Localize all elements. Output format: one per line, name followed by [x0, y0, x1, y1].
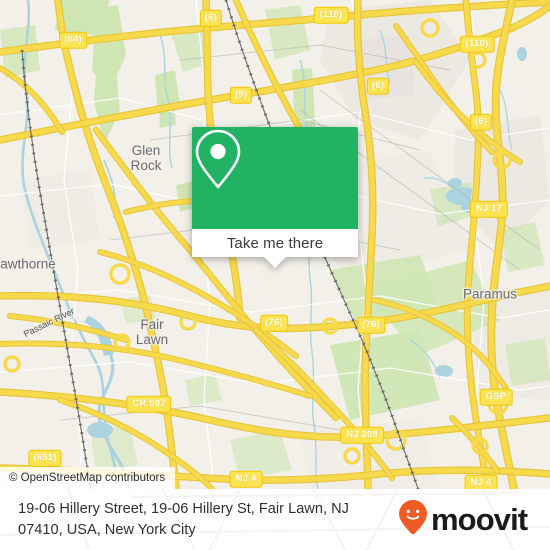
moovit-smiley-pin-icon: [398, 499, 428, 540]
popup-pointer-tail: [264, 257, 286, 268]
footer-bar: 19-06 Hillery Street, 19-06 Hillery St, …: [0, 489, 550, 550]
moovit-brand: moovit: [398, 499, 531, 540]
location-popup-card[interactable]: Take me there: [192, 127, 358, 268]
route-shield: NJ 17: [469, 200, 509, 218]
route-shield: NJ 4: [229, 470, 263, 488]
popup-action-row[interactable]: Take me there: [192, 229, 358, 257]
route-shield: (6): [199, 9, 223, 27]
popup-header: [192, 127, 358, 229]
app-root: .wtr{fill:#aad3df;} .wtrl{stroke:#aad3df…: [0, 0, 550, 550]
moovit-wordmark: moovit: [431, 502, 528, 537]
route-shield: (110): [459, 35, 495, 53]
address-text: 19-06 Hillery Street, 19-06 Hillery St, …: [18, 499, 398, 541]
take-me-there-label: Take me there: [226, 234, 324, 252]
route-shield: (651): [28, 449, 62, 467]
place-label-hawthorne: awthorne: [0, 256, 56, 272]
place-label-fair-lawn: Fair Lawn: [135, 317, 169, 347]
route-shield: (76): [260, 314, 288, 332]
osm-attribution: © OpenStreetMap contributors: [0, 467, 176, 489]
place-label-paramus: Paramus: [462, 286, 518, 302]
route-shield: NJ 4: [464, 474, 498, 489]
route-shield: (6): [469, 113, 493, 131]
route-shield: (76): [357, 316, 385, 334]
route-shield: (6): [366, 77, 390, 95]
address-line-2: 07410, USA, New York City: [18, 521, 196, 538]
route-shield: CR 507: [126, 395, 172, 413]
address-line-1: 19-06 Hillery Street, 19-06 Hillery St, …: [18, 500, 349, 517]
route-shield: GSP: [479, 388, 513, 406]
place-label-glen-rock: Glen Rock: [130, 143, 162, 173]
route-shield: (9): [229, 86, 253, 104]
route-shield: NJ 208: [340, 426, 384, 444]
route-shield: (84): [59, 31, 87, 49]
map-canvas[interactable]: .wtr{fill:#aad3df;} .wtrl{stroke:#aad3df…: [0, 0, 550, 489]
route-shield: (110): [313, 6, 349, 24]
